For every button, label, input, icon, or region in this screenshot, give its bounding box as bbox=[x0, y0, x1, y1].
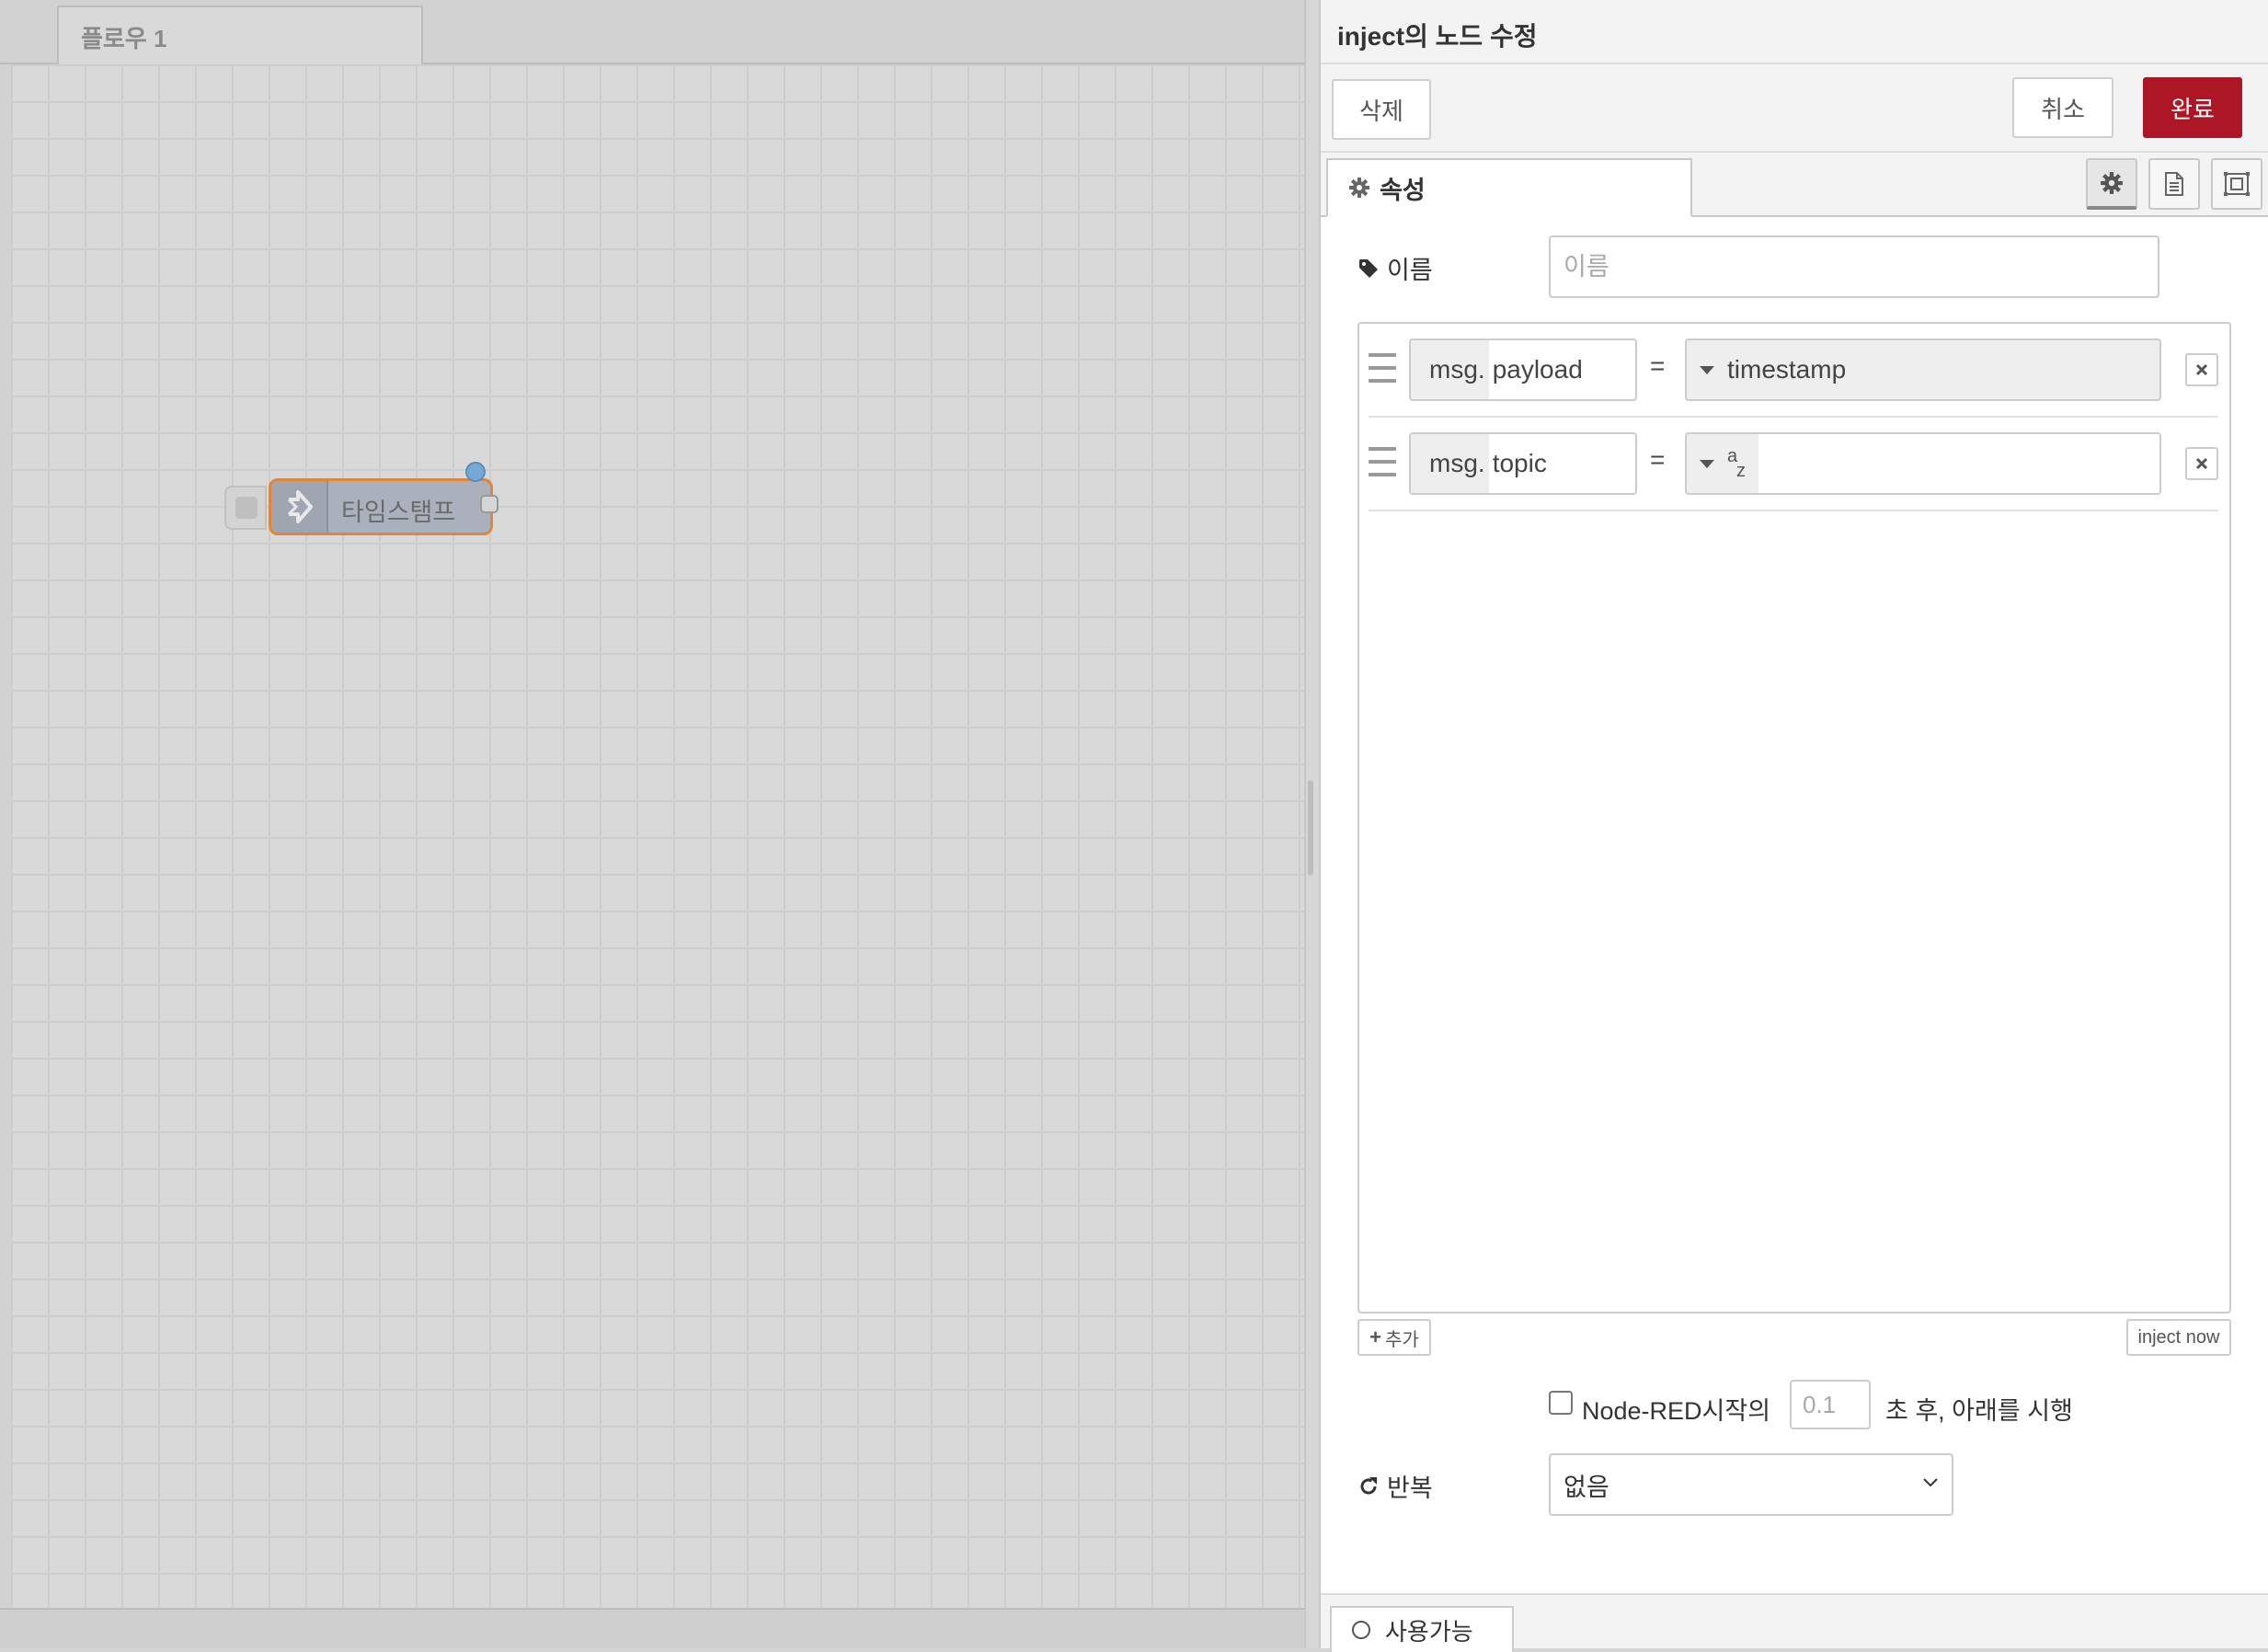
inject-node-button[interactable] bbox=[224, 486, 267, 530]
splitter-handle[interactable] bbox=[1308, 780, 1313, 876]
done-button[interactable]: 완료 bbox=[2143, 77, 2242, 138]
workspace: 플로우 1 타임스탬프 bbox=[0, 0, 1304, 1648]
msg-prefix: msg. bbox=[1411, 434, 1489, 493]
once-label: Node-RED시작의 bbox=[1582, 1397, 1771, 1425]
string-type-icon: a z bbox=[1727, 446, 1746, 481]
inject-node-button-face bbox=[235, 497, 258, 519]
add-label: 추가 bbox=[1385, 1329, 1419, 1350]
repeat-label: 반복 bbox=[1357, 1468, 1433, 1504]
add-property-button[interactable]: + 추가 bbox=[1357, 1319, 1431, 1356]
once-checkbox[interactable] bbox=[1549, 1391, 1573, 1415]
remove-row-button[interactable] bbox=[2185, 353, 2218, 386]
node-output-port[interactable] bbox=[480, 495, 498, 513]
gear-icon bbox=[2101, 172, 2123, 194]
chevron-down-icon bbox=[1923, 1478, 1938, 1487]
msg-prefix: msg. bbox=[1411, 340, 1489, 399]
circle-icon bbox=[1352, 1621, 1370, 1639]
workspace-footer bbox=[0, 1608, 1304, 1648]
type-dropdown[interactable]: timestamp bbox=[1687, 340, 1856, 399]
close-icon bbox=[2195, 457, 2208, 470]
flow-canvas[interactable] bbox=[11, 64, 1304, 1610]
edit-tray: inject의 노드 수정 삭제 취소 완료 속성 이름 이름 msg. pay… bbox=[1319, 0, 2268, 1652]
repeat-label-text: 반복 bbox=[1387, 1474, 1433, 1502]
tab-appearance[interactable] bbox=[2211, 158, 2262, 210]
once-delay-input[interactable]: 0.1 bbox=[1790, 1380, 1871, 1429]
tray-toolbar: 삭제 취소 완료 bbox=[1321, 64, 2268, 153]
tab-description[interactable] bbox=[2148, 158, 2200, 210]
object-ungroup-icon bbox=[2224, 172, 2250, 196]
repeat-select[interactable]: 없음 bbox=[1549, 1453, 1953, 1516]
repeat-value: 없음 bbox=[1564, 1473, 1609, 1501]
repeat-icon bbox=[1360, 1476, 1377, 1494]
tab-properties[interactable]: 속성 bbox=[1326, 158, 1692, 217]
delete-button[interactable]: 삭제 bbox=[1332, 79, 1431, 140]
flow-tab[interactable]: 플로우 1 bbox=[57, 6, 423, 64]
flow-tab-bar: 플로우 1 bbox=[0, 0, 1304, 64]
name-label-text: 이름 bbox=[1387, 257, 1433, 284]
tray-header: inject의 노드 수정 bbox=[1321, 0, 2268, 64]
cancel-button[interactable]: 취소 bbox=[2012, 77, 2113, 138]
property-row: msg. payload = timestamp bbox=[1369, 324, 2218, 418]
gear-icon bbox=[1349, 178, 1369, 198]
plus-icon: + bbox=[1369, 1325, 1382, 1348]
once-suffix: 초 후, 아래를 시행 bbox=[1885, 1397, 2073, 1425]
property-row: msg. topic = a z bbox=[1369, 418, 2218, 511]
equals-sign: = bbox=[1650, 351, 1666, 380]
drag-handle-icon[interactable] bbox=[1369, 353, 1396, 383]
property-value-field[interactable]: timestamp bbox=[1685, 338, 2161, 401]
remove-row-button[interactable] bbox=[2185, 447, 2218, 480]
node-changed-indicator bbox=[465, 462, 486, 482]
file-text-icon bbox=[2165, 172, 2183, 196]
property-name: payload bbox=[1492, 355, 1583, 384]
inject-node-label: 타임스탬프 bbox=[341, 499, 456, 526]
tray-footer: 사용가능 bbox=[1321, 1593, 2268, 1652]
enabled-label: 사용가능 bbox=[1385, 1617, 1473, 1646]
drag-handle-icon[interactable] bbox=[1369, 447, 1396, 476]
property-name-field[interactable]: msg. topic bbox=[1409, 432, 1637, 495]
tray-title: inject의 노드 수정 bbox=[1337, 22, 1538, 51]
caret-down-icon bbox=[1700, 365, 1714, 374]
type-label: timestamp bbox=[1727, 355, 1847, 384]
inject-now-button[interactable]: inject now bbox=[2126, 1319, 2231, 1356]
tray-tabs: 속성 bbox=[1321, 153, 2268, 217]
enabled-toggle[interactable]: 사용가능 bbox=[1330, 1606, 1514, 1652]
inject-node[interactable]: 타임스탬프 bbox=[269, 478, 493, 535]
name-input[interactable] bbox=[1549, 235, 2159, 298]
property-value-field[interactable]: a z bbox=[1685, 432, 2161, 495]
property-name-field[interactable]: msg. payload bbox=[1409, 338, 1637, 401]
tab-properties-label: 속성 bbox=[1380, 176, 1426, 204]
tag-icon bbox=[1359, 258, 1378, 278]
equals-sign: = bbox=[1650, 445, 1666, 474]
arrow-in-icon bbox=[271, 481, 328, 533]
once-row: Node-RED시작의 0.1 초 후, 아래를 시행 bbox=[1549, 1380, 2229, 1433]
tray-body: 이름 msg. payload = timestamp bbox=[1321, 217, 2268, 1593]
tab-settings[interactable] bbox=[2086, 158, 2137, 210]
name-label: 이름 bbox=[1357, 250, 1433, 286]
property-name: topic bbox=[1492, 449, 1547, 477]
type-dropdown[interactable]: a z bbox=[1687, 434, 1758, 493]
caret-down-icon bbox=[1700, 459, 1714, 468]
close-icon bbox=[2195, 363, 2208, 376]
property-list: msg. payload = timestamp msg. topic = a … bbox=[1357, 322, 2231, 1314]
